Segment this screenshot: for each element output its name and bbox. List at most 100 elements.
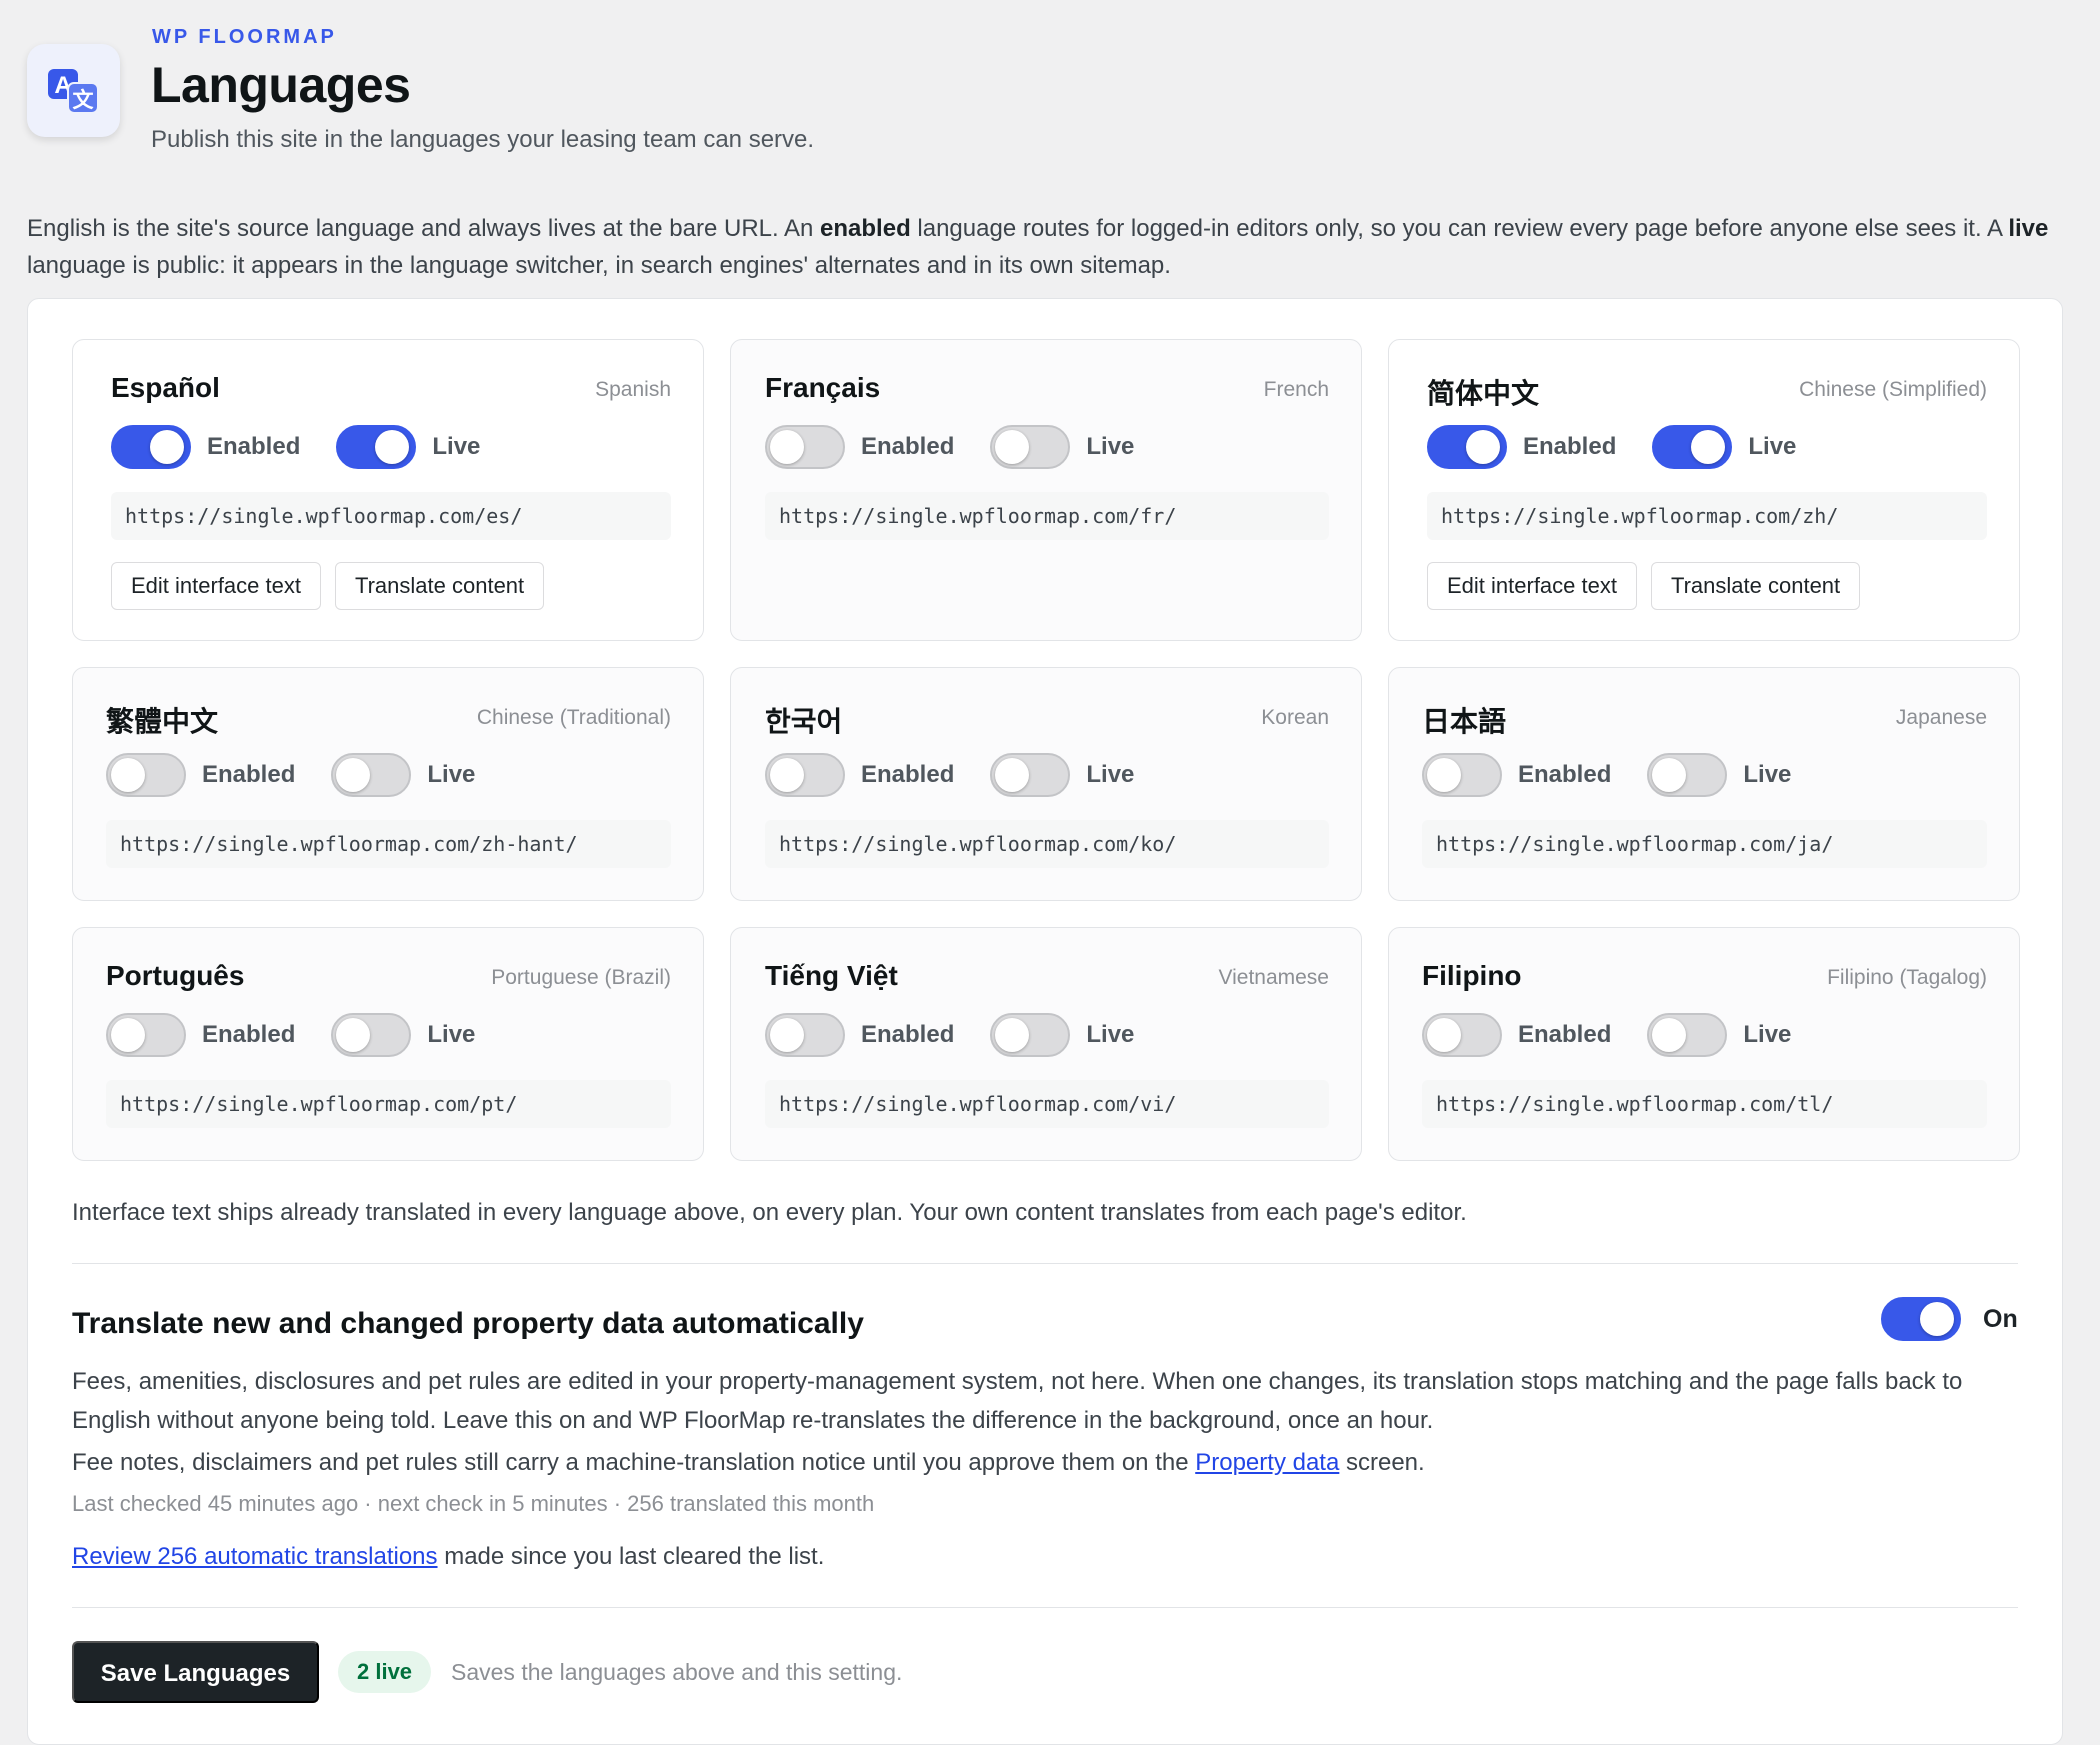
intro-part: language routes for logged-in editors on… <box>910 215 2009 242</box>
live-label: Live <box>1086 1021 1135 1048</box>
live-toggle[interactable] <box>336 425 417 469</box>
language-url: https://single.wpfloormap.com/zh-hant/ <box>106 820 671 868</box>
edit-interface-text-button[interactable]: Edit interface text <box>111 562 321 610</box>
language-url: https://single.wpfloormap.com/pt/ <box>106 1080 671 1128</box>
last-checked-status: Last checked 45 minutes ago · next check… <box>72 1491 875 1516</box>
live-toggle[interactable] <box>990 1013 1071 1057</box>
review-line: Review 256 automatic translations made s… <box>72 1543 824 1571</box>
languages-panel: Español Spanish Enabled Live https://sin… <box>27 298 2063 1745</box>
enabled-label: Enabled <box>1518 1021 1612 1048</box>
page-header: A 文 WP FLOORMAP Languages Publish this s… <box>27 22 2067 162</box>
live-toggle[interactable] <box>1647 1013 1728 1057</box>
live-label: Live <box>432 433 481 460</box>
enabled-toggle[interactable] <box>765 425 845 469</box>
live-label: Live <box>427 761 476 788</box>
translate-content-button[interactable]: Translate content <box>1650 562 1861 610</box>
enabled-toggle[interactable] <box>1427 425 1507 469</box>
enabled-label: Enabled <box>207 433 301 460</box>
enabled-label: Enabled <box>202 1021 296 1048</box>
save-help-text: Saves the languages above and this setti… <box>451 1659 903 1685</box>
live-toggle[interactable] <box>990 425 1071 469</box>
language-card-vi: Tiếng Việt Vietnamese Enabled Live https… <box>730 927 1362 1161</box>
property-data-link[interactable]: Property data <box>1195 1449 1339 1476</box>
auto-translate-description: Fees, amenities, disclosures and pet rul… <box>72 1368 1963 1434</box>
language-english-name: Japanese <box>1895 706 1987 729</box>
language-card-tl: Filipino Filipino (Tagalog) Enabled Live… <box>1388 927 2020 1161</box>
live-label: Live <box>1086 761 1135 788</box>
live-toggle[interactable] <box>331 1013 412 1057</box>
notice-text: screen. <box>1339 1449 1425 1476</box>
language-native-name: Español <box>111 372 220 403</box>
language-native-name: Tiếng Việt <box>765 960 898 991</box>
auto-translate-toggle-label: On <box>1983 1304 2018 1333</box>
language-url: https://single.wpfloormap.com/ko/ <box>765 820 1329 868</box>
live-label: Live <box>1743 761 1792 788</box>
language-english-name: Chinese (Traditional) <box>476 706 671 729</box>
language-card-fr: Français French Enabled Live https://sin… <box>730 339 1362 641</box>
enabled-label: Enabled <box>861 433 955 460</box>
language-card-es: Español Spanish Enabled Live https://sin… <box>72 339 704 641</box>
language-url: https://single.wpfloormap.com/zh/ <box>1427 492 1987 540</box>
language-native-name: 简体中文 <box>1427 378 1540 409</box>
language-english-name: French <box>1263 378 1329 401</box>
language-card-zh: 简体中文 Chinese (Simplified) Enabled Live h… <box>1388 339 2020 641</box>
auto-translate-title: Translate new and changed property data … <box>72 1307 864 1340</box>
language-english-name: Korean <box>1261 706 1329 729</box>
live-label: Live <box>1743 1021 1792 1048</box>
language-english-name: Portuguese (Brazil) <box>491 966 671 989</box>
intro-text: English is the site's source language an… <box>27 210 2077 284</box>
enabled-label: Enabled <box>861 1021 955 1048</box>
language-card-pt: Português Portuguese (Brazil) Enabled Li… <box>72 927 704 1161</box>
page-subtitle: Publish this site in the languages your … <box>151 126 815 153</box>
language-english-name: Chinese (Simplified) <box>1799 378 1987 401</box>
live-toggle[interactable] <box>1652 425 1733 469</box>
auto-translate-toggle[interactable] <box>1881 1297 1961 1341</box>
language-url: https://single.wpfloormap.com/tl/ <box>1422 1080 1987 1128</box>
notice-text: Fee notes, disclaimers and pet rules sti… <box>72 1449 1196 1476</box>
live-toggle[interactable] <box>1647 753 1728 797</box>
language-english-name: Vietnamese <box>1218 966 1329 989</box>
enabled-toggle[interactable] <box>1422 1013 1502 1057</box>
intro-part: English is the site's source language an… <box>27 215 821 242</box>
live-count-badge: 2 live <box>338 1651 432 1693</box>
language-native-name: Filipino <box>1422 960 1522 991</box>
live-label: Live <box>1748 433 1797 460</box>
enabled-toggle[interactable] <box>111 425 191 469</box>
interface-text-note: Interface text ships already translated … <box>72 1199 1467 1226</box>
translate-icon: A 文 <box>27 44 120 137</box>
language-native-name: Français <box>765 372 881 403</box>
enabled-toggle[interactable] <box>1422 753 1502 797</box>
save-languages-button[interactable]: Save Languages <box>72 1641 319 1703</box>
language-url: https://single.wpfloormap.com/es/ <box>111 492 671 540</box>
review-translations-link[interactable]: Review 256 automatic translations <box>72 1543 438 1570</box>
intro-emphasis-enabled: enabled <box>820 215 911 242</box>
section-divider <box>72 1263 2018 1264</box>
language-url: https://single.wpfloormap.com/vi/ <box>765 1080 1329 1128</box>
edit-interface-text-button[interactable]: Edit interface text <box>1427 562 1637 610</box>
enabled-toggle[interactable] <box>765 753 845 797</box>
intro-emphasis-live: live <box>2008 215 2049 242</box>
review-text: made since you last cleared the list. <box>437 1543 825 1570</box>
language-english-name: Filipino (Tagalog) <box>1827 966 1987 989</box>
live-toggle[interactable] <box>990 753 1071 797</box>
language-native-name: 한국어 <box>765 706 843 737</box>
language-native-name: 繁體中文 <box>106 706 219 737</box>
auto-translate-toggle-group: On <box>1881 1297 2018 1341</box>
language-native-name: 日本語 <box>1422 706 1507 737</box>
page-title: Languages <box>151 57 411 113</box>
enabled-toggle[interactable] <box>106 1013 186 1057</box>
language-card-zh-hant: 繁體中文 Chinese (Traditional) Enabled Live … <box>72 667 704 901</box>
enabled-label: Enabled <box>1523 433 1617 460</box>
translate-content-button[interactable]: Translate content <box>334 562 545 610</box>
brand-name: WP FLOORMAP <box>152 26 337 48</box>
intro-part: language is public: it appears in the la… <box>27 252 1171 279</box>
live-toggle[interactable] <box>331 753 412 797</box>
enabled-toggle[interactable] <box>106 753 186 797</box>
language-url: https://single.wpfloormap.com/fr/ <box>765 492 1329 540</box>
live-label: Live <box>1086 433 1135 460</box>
svg-text:文: 文 <box>72 88 94 112</box>
language-url: https://single.wpfloormap.com/ja/ <box>1422 820 1987 868</box>
enabled-label: Enabled <box>861 761 955 788</box>
enabled-toggle[interactable] <box>765 1013 845 1057</box>
language-english-name: Spanish <box>595 378 671 401</box>
